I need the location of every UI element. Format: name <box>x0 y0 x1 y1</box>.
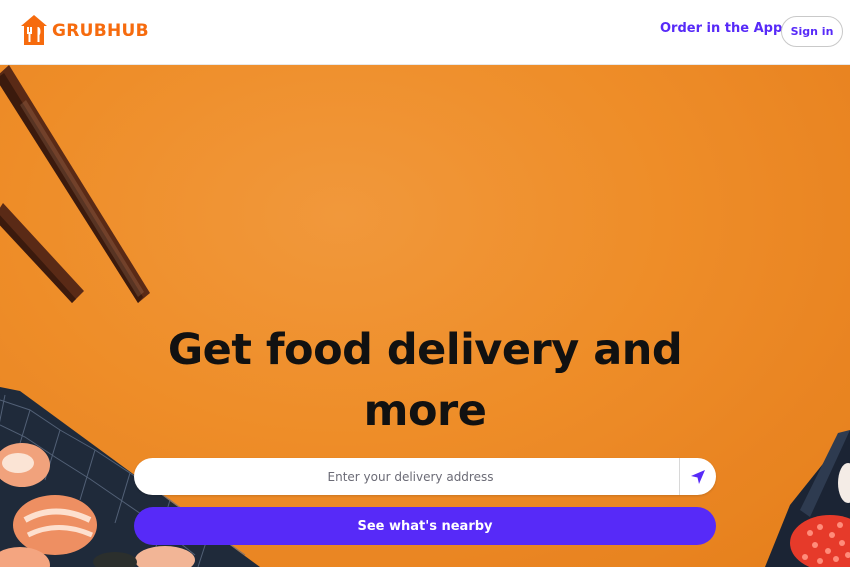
order-in-app-link[interactable]: Order in the App <box>660 21 782 36</box>
current-location-button[interactable] <box>679 458 716 495</box>
top-header: GRUBHUB Order in the App Sign in <box>0 0 850 65</box>
delivery-address-input[interactable] <box>134 458 679 495</box>
hero-title: Get food delivery and more <box>120 320 730 442</box>
sign-in-button[interactable]: Sign in <box>781 16 843 47</box>
see-whats-nearby-button[interactable]: See what's nearby <box>134 507 716 545</box>
hero-section: Get food delivery and more See what's ne… <box>0 65 850 567</box>
hero-title-line-2: more <box>363 386 487 436</box>
grubhub-logo[interactable]: GRUBHUB <box>20 14 149 46</box>
grubhub-house-utensils-icon <box>21 15 47 45</box>
navigation-arrow-icon <box>691 469 705 484</box>
hero-title-line-1: Get food delivery and <box>167 325 683 375</box>
brand-wordmark: GRUBHUB <box>52 21 149 41</box>
address-search-bar <box>134 458 716 495</box>
